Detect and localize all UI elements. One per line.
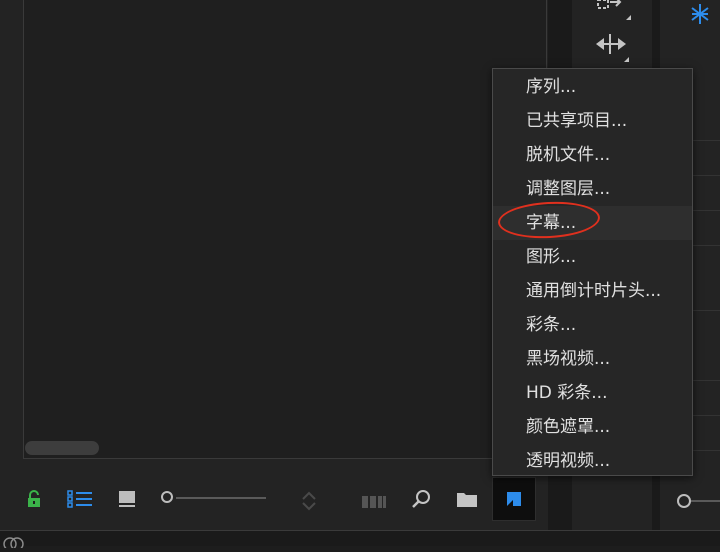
- menu-item-graphics[interactable]: 图形...: [493, 240, 692, 274]
- menu-item-bars-and-tone[interactable]: 彩条...: [493, 308, 692, 342]
- timeline-zoom-track[interactable]: [691, 500, 720, 502]
- menu-item-captions[interactable]: 字幕...: [493, 206, 692, 240]
- ripple-edit-icon[interactable]: [594, 30, 634, 68]
- automate-to-sequence-icon[interactable]: [360, 486, 388, 516]
- menu-item-sequence[interactable]: 序列...: [493, 70, 692, 104]
- list-view-icon[interactable]: [66, 484, 94, 514]
- menu-item-black-video[interactable]: 黑场视频...: [493, 342, 692, 376]
- timeline-zoom-knob[interactable]: [677, 494, 691, 508]
- track-select-forward-icon[interactable]: [594, 0, 634, 28]
- lock-open-icon[interactable]: [24, 484, 44, 514]
- zoom-slider-track[interactable]: [176, 497, 266, 499]
- find-icon[interactable]: [410, 484, 432, 514]
- menu-item-offline-file[interactable]: 脱机文件...: [493, 138, 692, 172]
- new-item-button[interactable]: [492, 477, 536, 521]
- menu-item-universal-counting-leader[interactable]: 通用倒计时片头...: [493, 274, 692, 308]
- menu-item-transparent-video[interactable]: 透明视频...: [493, 444, 692, 478]
- menu-item-shared-project[interactable]: 已共享项目...: [493, 104, 692, 138]
- horizontal-scrollbar[interactable]: [25, 441, 99, 455]
- project-panel: [0, 0, 548, 530]
- icon-view-icon[interactable]: [116, 484, 138, 514]
- new-item-icon: [507, 492, 521, 506]
- new-bin-icon[interactable]: [455, 484, 479, 514]
- snap-icon[interactable]: [688, 2, 712, 30]
- new-item-menu: 序列... 已共享项目... 脱机文件... 调整图层... 字幕... 图形.…: [492, 68, 693, 476]
- menu-item-adjustment-layer[interactable]: 调整图层...: [493, 172, 692, 206]
- sort-icon[interactable]: [298, 486, 320, 516]
- status-bar: [0, 530, 720, 546]
- menu-item-color-matte[interactable]: 颜色遮罩...: [493, 410, 692, 444]
- menu-item-hd-bars-and-tone[interactable]: HD 彩条...: [493, 376, 692, 410]
- project-browser-area[interactable]: [23, 0, 547, 459]
- zoom-slider-knob[interactable]: [161, 491, 173, 503]
- creative-cloud-icon: [2, 533, 26, 552]
